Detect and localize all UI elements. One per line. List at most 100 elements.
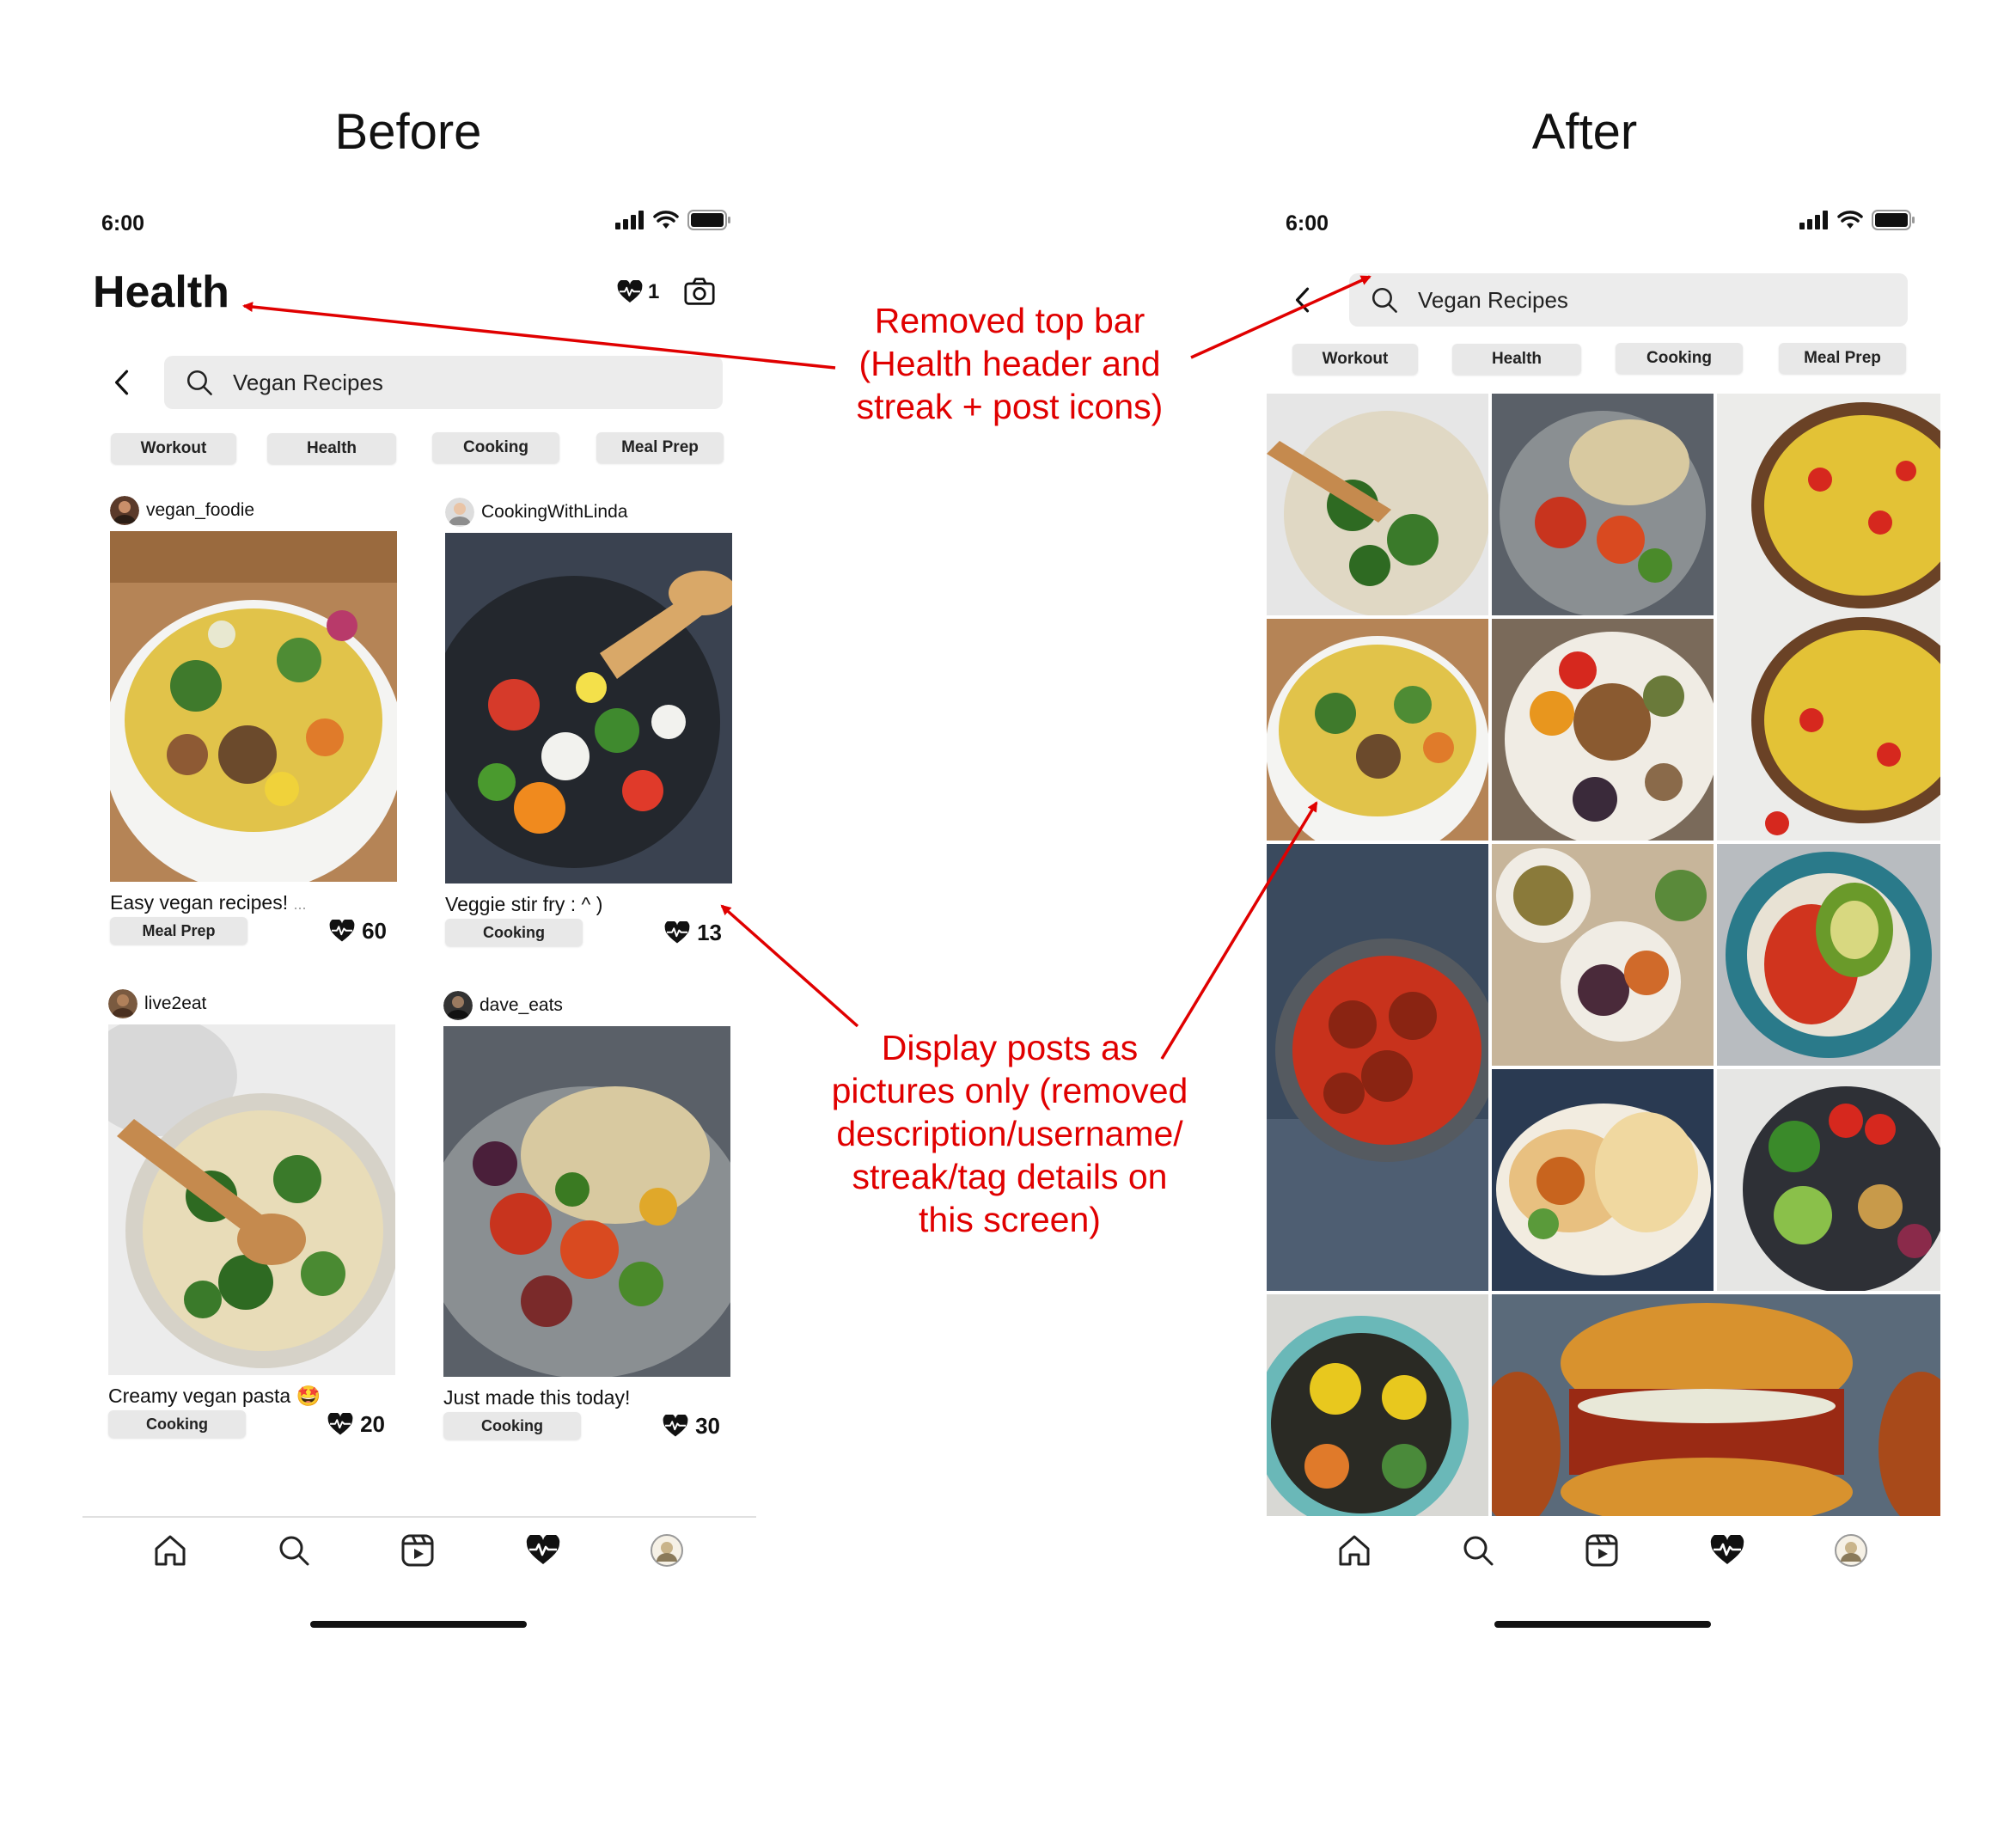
post-image[interactable] bbox=[82, 1016, 400, 1375]
grid-photo[interactable] bbox=[1717, 844, 1940, 1066]
post-username: live2eat bbox=[144, 994, 207, 1013]
avatar bbox=[443, 991, 473, 1020]
signal-icon bbox=[615, 211, 645, 229]
camera-icon[interactable] bbox=[684, 277, 715, 306]
post-caption: Creamy vegan pasta bbox=[108, 1385, 291, 1407]
profile-avatar-icon[interactable] bbox=[650, 1533, 684, 1568]
reels-icon[interactable] bbox=[1585, 1533, 1619, 1568]
annotation-bottom: Display posts as pictures only (removed … bbox=[773, 1026, 1246, 1241]
avatar bbox=[110, 496, 139, 525]
page-title: Health bbox=[93, 267, 229, 317]
search-input[interactable]: Vegan Recipes bbox=[1349, 273, 1908, 327]
post-likes-count: 13 bbox=[697, 919, 722, 945]
annotation-line: streak/tag details on bbox=[852, 1157, 1168, 1196]
chip-cooking[interactable]: Cooking bbox=[432, 432, 559, 463]
post-image[interactable] bbox=[424, 1026, 750, 1379]
avatar bbox=[108, 989, 137, 1018]
post-tag[interactable]: Cooking bbox=[443, 1412, 581, 1440]
grid-photo[interactable] bbox=[1492, 619, 1714, 841]
post-likes-count: 30 bbox=[695, 1412, 720, 1439]
status-icons bbox=[1799, 210, 1916, 230]
chip-meal-prep[interactable]: Meal Prep bbox=[596, 432, 724, 463]
post-tag[interactable]: Cooking bbox=[445, 919, 583, 946]
post-image[interactable] bbox=[103, 531, 404, 892]
post-username: dave_eats bbox=[480, 995, 563, 1015]
home-icon[interactable] bbox=[153, 1533, 187, 1568]
grin-emoji-icon: 🤩 bbox=[296, 1385, 321, 1407]
annotation-top: Removed top bar (Health header and strea… bbox=[808, 299, 1212, 428]
grid-photo[interactable] bbox=[1267, 844, 1488, 1291]
annotation-arrow bbox=[720, 904, 859, 1028]
grid-photo[interactable] bbox=[1267, 619, 1488, 841]
status-time: 6:00 bbox=[101, 211, 145, 235]
post-user[interactable]: vegan_foodie bbox=[110, 495, 402, 526]
search-input[interactable]: Vegan Recipes bbox=[164, 356, 723, 409]
profile-avatar-icon[interactable] bbox=[1834, 1533, 1868, 1568]
post-likes[interactable]: 30 bbox=[663, 1413, 736, 1440]
back-icon[interactable] bbox=[113, 368, 131, 397]
annotation-line: Display posts as bbox=[881, 1028, 1139, 1067]
heart-pulse-icon[interactable] bbox=[1710, 1535, 1744, 1566]
wifi-icon bbox=[1837, 211, 1863, 229]
post-user[interactable]: CookingWithLinda bbox=[445, 497, 737, 528]
after-title: After bbox=[1531, 104, 1638, 160]
avatar bbox=[445, 498, 474, 527]
grid-photo[interactable] bbox=[1267, 394, 1488, 615]
annotation-line: description/username/ bbox=[836, 1114, 1183, 1153]
heart-pulse-icon bbox=[329, 920, 355, 943]
post-username: vegan_foodie bbox=[146, 500, 255, 520]
grid-photo[interactable] bbox=[1492, 394, 1714, 615]
post-likes[interactable]: 13 bbox=[664, 920, 737, 946]
annotation-line: Removed top bar bbox=[874, 301, 1145, 340]
search-input-value: Vegan Recipes bbox=[1418, 286, 1568, 313]
streak-button[interactable]: 1 bbox=[617, 280, 659, 304]
post-likes[interactable]: 60 bbox=[329, 918, 402, 945]
grid-photo[interactable] bbox=[1267, 1294, 1488, 1516]
search-icon[interactable] bbox=[277, 1533, 311, 1568]
post-user[interactable]: live2eat bbox=[108, 988, 400, 1019]
grid-photo[interactable] bbox=[1717, 394, 1940, 841]
post-tag[interactable]: Cooking bbox=[108, 1410, 246, 1438]
bottom-nav bbox=[82, 1533, 756, 1571]
post-card[interactable]: dave_eats Just made this today! Cooking … bbox=[424, 990, 750, 1440]
nav-divider bbox=[82, 1516, 756, 1518]
search-icon bbox=[1370, 285, 1399, 315]
status-time: 6:00 bbox=[1286, 211, 1329, 235]
search-input-value: Vegan Recipes bbox=[233, 369, 383, 395]
grid-photo[interactable] bbox=[1492, 1069, 1714, 1291]
heart-pulse-icon bbox=[327, 1413, 353, 1436]
chip-workout[interactable]: Workout bbox=[1292, 344, 1418, 375]
battery-icon bbox=[687, 210, 732, 230]
heart-streak-icon bbox=[617, 280, 643, 304]
chip-health[interactable]: Health bbox=[267, 433, 396, 464]
post-tag[interactable]: Meal Prep bbox=[110, 917, 247, 945]
post-caption: Just made this today! bbox=[443, 1386, 631, 1409]
annotation-line: pictures only (removed bbox=[831, 1071, 1188, 1110]
post-likes[interactable]: 20 bbox=[327, 1411, 400, 1438]
post-username: CookingWithLinda bbox=[481, 502, 628, 522]
home-indicator bbox=[1494, 1621, 1711, 1628]
chip-health[interactable]: Health bbox=[1452, 344, 1581, 375]
heart-pulse-icon[interactable] bbox=[526, 1535, 560, 1566]
grid-photo[interactable] bbox=[1492, 1294, 1940, 1516]
post-image[interactable] bbox=[428, 533, 737, 883]
chip-cooking[interactable]: Cooking bbox=[1616, 343, 1743, 374]
reels-icon[interactable] bbox=[400, 1533, 435, 1568]
grid-photo[interactable] bbox=[1492, 844, 1714, 1066]
back-icon[interactable] bbox=[1293, 285, 1312, 315]
post-caption: Veggie stir fry : ^ ) bbox=[445, 893, 603, 915]
annotation-line: streak + post icons) bbox=[856, 387, 1164, 426]
search-icon[interactable] bbox=[1461, 1533, 1495, 1568]
before-title: Before bbox=[334, 104, 482, 160]
search-icon bbox=[185, 368, 214, 397]
home-icon[interactable] bbox=[1337, 1533, 1371, 1568]
post-user[interactable]: dave_eats bbox=[443, 990, 736, 1021]
post-card[interactable]: vegan_foodie Easy vegan recipes! ... Mea… bbox=[103, 495, 404, 945]
post-card[interactable]: CookingWithLinda Veggie stir fry : ^ ) C… bbox=[428, 497, 737, 946]
post-caption-more[interactable]: ... bbox=[294, 896, 307, 913]
chip-workout[interactable]: Workout bbox=[111, 433, 236, 464]
battery-icon bbox=[1872, 210, 1916, 230]
chip-meal-prep[interactable]: Meal Prep bbox=[1779, 343, 1906, 374]
grid-photo[interactable] bbox=[1717, 1069, 1940, 1291]
post-card[interactable]: live2eat Creamy vegan pasta 🤩 Cooking 20 bbox=[82, 988, 400, 1438]
